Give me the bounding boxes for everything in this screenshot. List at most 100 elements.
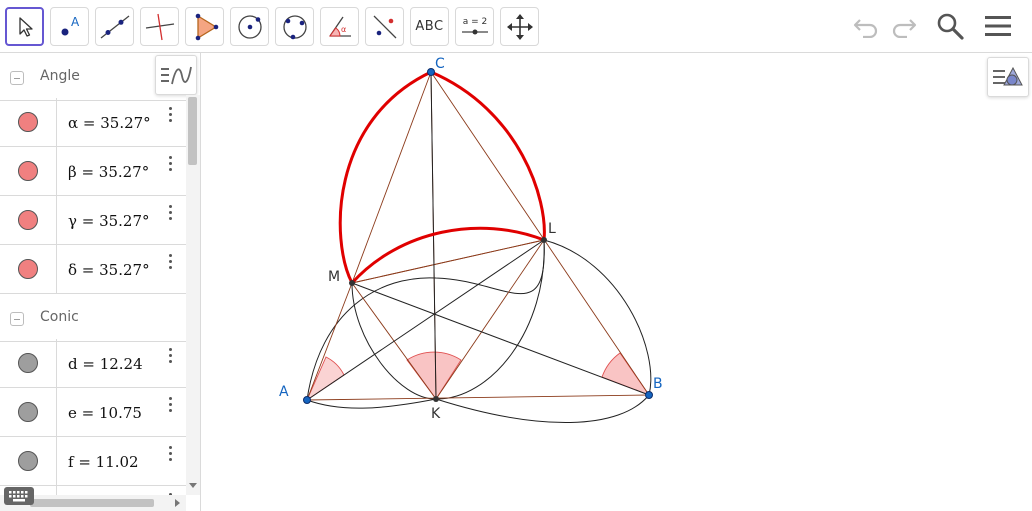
point-label-c: C [435,56,445,72]
menu-icon [985,16,1011,36]
more-options-icon[interactable] [166,106,176,126]
polygon-tool-button[interactable] [185,7,224,46]
reflect-tool-button[interactable] [365,7,404,46]
more-options-icon[interactable] [166,204,176,224]
angle-sector-gamma[interactable] [601,352,651,396]
algebra-expression[interactable]: d = 12.24 [68,355,143,373]
algebra-row-gamma[interactable]: γ = 35.27° [0,196,186,245]
vertical-scrollbar[interactable] [186,95,200,495]
text-tool-label: ABC [415,19,444,34]
algebra-expression[interactable]: f = 11.02 [68,453,139,471]
undo-button[interactable] [848,8,884,44]
point-label-b: B [653,376,663,392]
perpendicular-line-icon [145,13,174,40]
visibility-cell [0,245,57,293]
more-options-icon[interactable] [166,253,176,273]
slider-tool-label: a = 2 [462,17,487,27]
algebra-expression[interactable]: e = 10.75 [68,404,142,422]
perpendicular-line-tool-button[interactable] [140,7,179,46]
graphics-style-bar-toggle[interactable] [987,57,1029,97]
point-c[interactable] [427,68,435,76]
algebra-style-bar-toggle[interactable] [155,55,197,95]
move-graphics-view-tool-button[interactable] [500,7,539,46]
circle-three-points-icon [282,14,307,39]
graphics-view[interactable]: A B C K L M [201,53,1032,511]
point-label-a: A [279,384,289,400]
line-tool-button[interactable] [95,7,134,46]
point-tool-glyph: A [71,15,80,29]
search-icon [937,13,964,40]
slider-tool-button[interactable]: a = 2 [455,7,494,46]
algebra-expression[interactable]: α = 35.27° [68,114,151,132]
visibility-toggle-icon[interactable] [18,210,38,230]
keyboard-icon [9,491,28,502]
move-tool-button[interactable] [5,7,44,46]
scroll-down-arrow-icon[interactable] [189,483,197,488]
visibility-cell [0,98,57,146]
geometry-canvas[interactable]: A B C K L M [201,53,1032,511]
algebra-row-d[interactable]: d = 12.24 [0,339,186,388]
point-l[interactable] [541,237,547,243]
black-segments [306,71,650,401]
algebra-expression[interactable]: γ = 35.27° [68,212,150,230]
vertical-scroll-thumb[interactable] [188,97,197,165]
red-arc-ml[interactable] [350,226,545,285]
visibility-cell [0,437,57,485]
point-tool-button[interactable]: A [50,7,89,46]
visibility-cell [0,147,57,195]
algebra-row-beta[interactable]: β = 35.27° [0,147,186,196]
algebra-row-alpha[interactable]: α = 35.27° [0,98,186,147]
group-label: Angle [40,68,80,84]
horizontal-scroll-thumb[interactable] [30,499,154,507]
keyboard-button[interactable] [4,487,34,505]
slider-icon: a = 2 [461,17,488,34]
toolbar: A α ABC a = 2 [0,0,1032,53]
circle-three-points-tool-button[interactable] [275,7,314,46]
visibility-toggle-icon[interactable] [18,112,38,132]
collapse-icon[interactable] [10,312,24,326]
more-options-icon[interactable] [166,347,176,367]
visibility-toggle-icon[interactable] [18,451,38,471]
conic-arc-bottom[interactable] [306,398,437,409]
point-label-k: K [431,406,441,422]
point-m[interactable] [349,280,355,286]
main-menu-button[interactable] [980,8,1016,44]
visibility-toggle-icon[interactable] [18,161,38,181]
visibility-cell [0,339,57,387]
angle-sector-beta[interactable] [406,351,462,400]
circle-center-icon [237,14,262,39]
more-options-icon[interactable] [166,396,176,416]
visibility-toggle-icon[interactable] [18,353,38,373]
visibility-cell [0,388,57,436]
more-options-icon[interactable] [166,445,176,465]
collapse-icon[interactable] [10,71,24,85]
red-arc-cm[interactable] [338,70,432,284]
angle-tool-button[interactable]: α [320,7,359,46]
point-label-m: M [328,269,340,285]
algebra-row-e[interactable]: e = 10.75 [0,388,186,437]
style-bar-icon [161,66,192,85]
algebra-row-f[interactable]: f = 11.02 [0,437,186,486]
algebra-row-delta[interactable]: δ = 35.27° [0,245,186,294]
circle-center-point-tool-button[interactable] [230,7,269,46]
visibility-toggle-icon[interactable] [18,402,38,422]
search-button[interactable] [932,8,968,44]
redo-button[interactable] [886,8,922,44]
brown-segments [306,71,650,401]
point-a[interactable] [303,396,311,404]
algebra-expression[interactable]: δ = 35.27° [68,261,150,279]
group-label: Conic [40,309,79,325]
group-header-conic[interactable]: Conic [0,294,186,342]
more-options-icon[interactable] [166,155,176,175]
scroll-right-arrow-icon[interactable] [175,499,180,507]
reflect-icon [373,15,396,38]
point-icon: A [61,15,80,35]
visibility-toggle-icon[interactable] [18,259,38,279]
point-b[interactable] [645,391,653,399]
point-k[interactable] [433,396,439,402]
polygon-icon [195,13,218,40]
move-arrows-icon [506,13,533,40]
angle-icon: α [328,16,351,37]
text-tool-button[interactable]: ABC [410,7,449,46]
algebra-expression[interactable]: β = 35.27° [68,163,149,181]
